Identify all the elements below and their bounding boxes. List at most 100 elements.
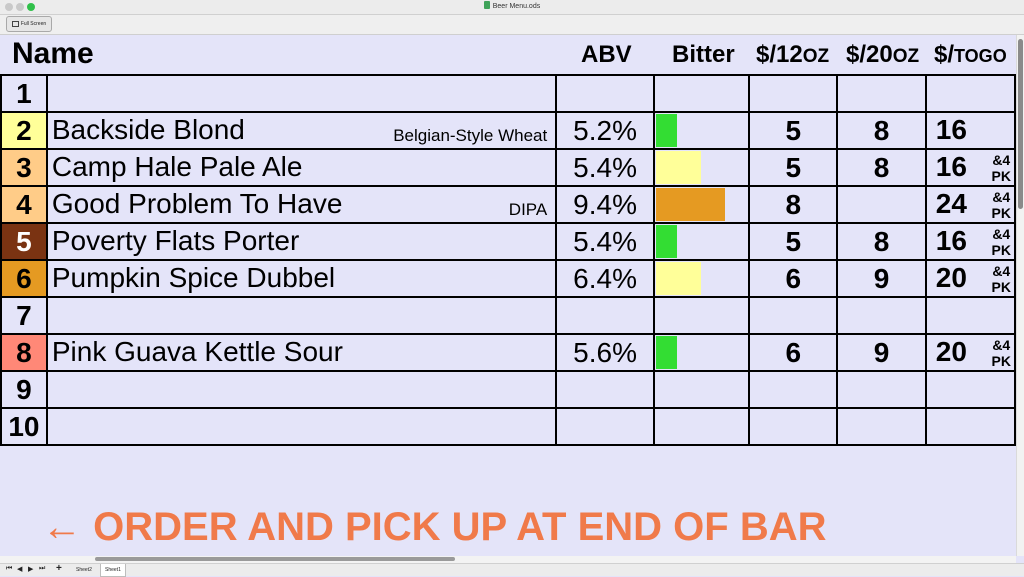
horizontal-scrollbar[interactable] [0,556,1016,563]
price-12oz-cell[interactable] [748,407,839,446]
price-20oz-cell[interactable]: 9 [836,259,927,298]
row-number-cell[interactable]: 7 [0,296,48,335]
price-togo-cell[interactable]: 20 &4 PK [924,333,1016,372]
beer-name-cell[interactable]: Pink Guava Kettle Sour [45,333,558,372]
next-sheet-icon[interactable]: ▶ [28,565,33,573]
table-row: 2 Backside Blond Belgian-Style Wheat 5.2% 5 8… [0,111,1016,150]
bitterness-cell[interactable] [652,259,751,298]
price-togo-cell[interactable] [924,407,1016,446]
abv-cell[interactable]: 5.4% [555,148,655,187]
bitterness-cell[interactable] [652,74,751,113]
beer-name-cell[interactable] [45,296,558,335]
price-12oz-cell[interactable] [748,370,839,409]
four-pack-unit: PK [991,242,1011,258]
price-togo-cell[interactable] [924,370,1016,409]
price-12oz-cell[interactable]: 5 [748,111,839,150]
abv-cell[interactable]: 9.4% [555,185,655,224]
full-screen-button[interactable]: Full Screen [6,16,52,32]
price-togo-cell[interactable] [924,74,1016,113]
price-20oz-cell[interactable] [836,185,927,224]
price-20oz-cell[interactable]: 8 [836,111,927,150]
four-pack-note: &4 PK [992,189,1011,221]
bitterness-cell[interactable] [652,111,751,150]
row-number-cell[interactable]: 6 [0,259,48,298]
row-number-cell[interactable]: 5 [0,222,48,261]
price-togo-cell[interactable]: 24 &4 PK [924,185,1016,224]
first-sheet-icon[interactable]: ⏮ [6,565,12,573]
price-12oz-cell[interactable]: 6 [748,259,839,298]
table-row: 4 Good Problem To Have DIPA 9.4% 8 24 &4 PK [0,185,1016,224]
beer-name-cell[interactable] [45,370,558,409]
abv-cell[interactable] [555,296,655,335]
price-12oz: 5 [785,151,802,183]
price-20oz-cell[interactable]: 9 [836,333,927,372]
last-sheet-icon[interactable]: ⏭ [39,565,45,573]
bitterness-cell[interactable] [652,370,751,409]
price-togo-cell[interactable]: 16 &4 PK [924,222,1016,261]
vertical-scroll-thumb[interactable] [1018,39,1023,209]
price-togo-cell[interactable]: 16 [924,111,1016,150]
bitterness-cell[interactable] [652,296,751,335]
abv-cell[interactable]: 5.6% [555,333,655,372]
row-number-cell[interactable]: 4 [0,185,48,224]
abv-cell[interactable] [555,74,655,113]
price-20oz: 8 [873,114,890,146]
bitterness-cell[interactable] [652,148,751,187]
price-20oz-cell[interactable] [836,296,927,335]
full-screen-icon [11,21,19,27]
abv-cell[interactable] [555,370,655,409]
bitterness-cell[interactable] [652,407,751,446]
price-20oz-cell[interactable] [836,407,927,446]
price-12oz-cell[interactable]: 8 [748,185,839,224]
table-row: 9 [0,370,1016,409]
toolbar: Full Screen [0,15,1024,35]
header-price-togo-prefix: $/ [934,41,955,68]
header-price-togo: $/TOGO [934,41,1007,69]
horizontal-scroll-thumb[interactable] [95,557,455,561]
row-number-cell[interactable]: 1 [0,74,48,113]
price-12oz-cell[interactable]: 5 [748,148,839,187]
row-number-cell[interactable]: 3 [0,148,48,187]
tab-sheet1[interactable]: Sheet1 [100,564,126,577]
beer-name-cell[interactable] [45,74,558,113]
add-sheet-icon[interactable]: + [56,563,62,574]
beer-name-cell[interactable]: Poverty Flats Porter [45,222,558,261]
row-number-cell[interactable]: 2 [0,111,48,150]
abv-cell[interactable]: 5.2% [555,111,655,150]
table-row: 3 Camp Hale Pale Ale 5.4% 5 8 16 &4 PK [0,148,1016,187]
abv-cell[interactable] [555,407,655,446]
row-number-cell[interactable]: 10 [0,407,48,446]
beer-name-cell[interactable]: Backside Blond Belgian-Style Wheat [45,111,558,150]
left-arrow-icon: ← [42,505,82,549]
prev-sheet-icon[interactable]: ◀ [17,565,22,573]
bitterness-cell[interactable] [652,222,751,261]
tab-sheet2[interactable]: Sheet2 [72,564,96,576]
vertical-scrollbar[interactable] [1016,35,1024,556]
abv-cell[interactable]: 6.4% [555,259,655,298]
price-togo-cell[interactable]: 16 &4 PK [924,148,1016,187]
price-togo-cell[interactable] [924,296,1016,335]
price-togo: 16 [935,151,967,182]
bitterness-cell[interactable] [652,333,751,372]
price-12oz-cell[interactable]: 6 [748,333,839,372]
price-12oz-cell[interactable] [748,74,839,113]
abv-value: 5.4% [573,151,637,183]
bitterness-cell[interactable] [652,185,751,224]
price-20oz-cell[interactable] [836,370,927,409]
spreadsheet-area[interactable]: Name ABV Bitter $/12OZ $/20OZ $/TOGO 12B… [0,35,1016,556]
row-number-cell[interactable]: 9 [0,370,48,409]
beer-name-cell[interactable]: Good Problem To Have DIPA [45,185,558,224]
price-20oz-cell[interactable]: 8 [836,148,927,187]
price-12oz-cell[interactable]: 5 [748,222,839,261]
beer-name-cell[interactable]: Pumpkin Spice Dubbel [45,259,558,298]
row-number-cell[interactable]: 8 [0,333,48,372]
price-12oz-cell[interactable] [748,296,839,335]
header-name: Name [12,37,94,70]
price-20oz-cell[interactable] [836,74,927,113]
price-20oz-cell[interactable]: 8 [836,222,927,261]
price-togo-cell[interactable]: 20 &4 PK [924,259,1016,298]
beer-name-cell[interactable]: Camp Hale Pale Ale [45,148,558,187]
beer-name-cell[interactable] [45,407,558,446]
abv-cell[interactable]: 5.4% [555,222,655,261]
beer-style: DIPA [508,200,548,219]
